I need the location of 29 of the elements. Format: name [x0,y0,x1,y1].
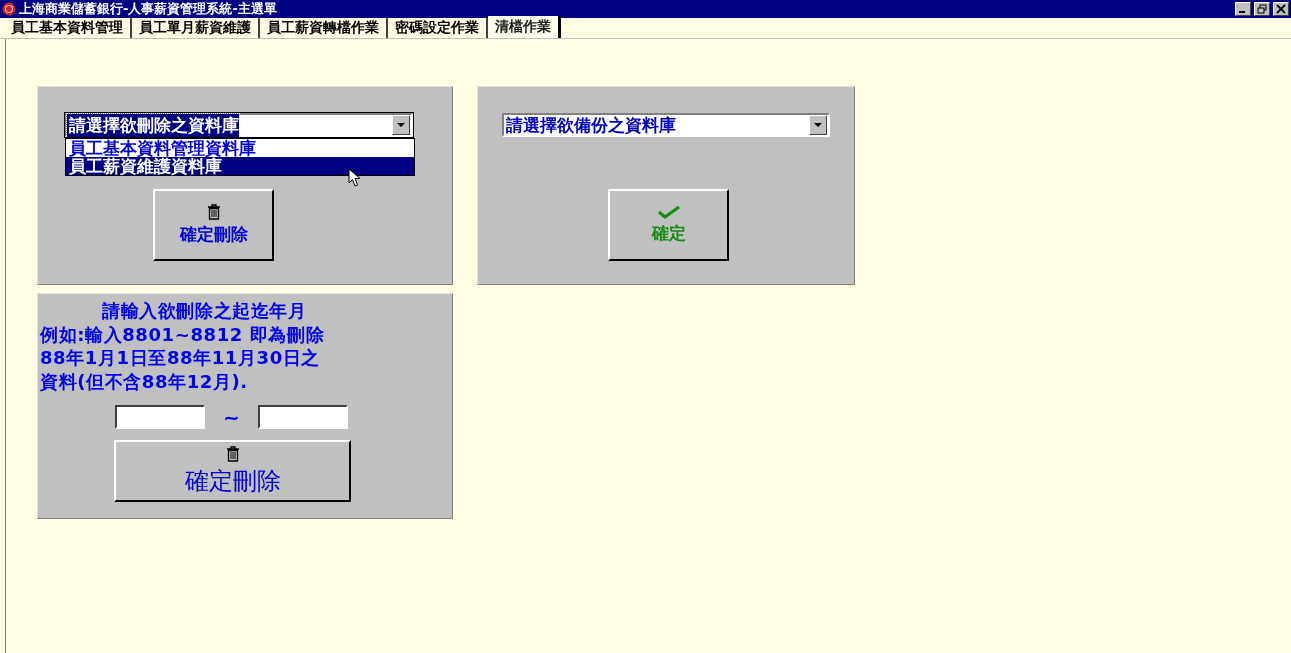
dropdown[interactable]: 請選擇欲備份之資料庫 [502,113,830,137]
restore-icon [1257,4,1267,14]
range-separator: ~ [222,405,241,429]
minimize-icon [1238,11,1245,13]
instruction-text: 88年1月1日至88年11月30日之 [39,346,322,370]
close-button[interactable] [1273,2,1289,16]
instruction-text: 資料(但不含88年12月). [39,369,249,393]
caret-icon [814,122,822,128]
dropdown-option[interactable]: 員工基本資料管理資料庫 [66,139,414,157]
dropdown[interactable]: 請選擇欲刪除之資料庫 [65,113,413,137]
instruction-text: 請輸入欲刪除之起迄年月 [101,299,308,323]
window-title: 上海商業儲蓄銀行-人事薪資管理系統-主選單 [19,0,277,18]
instruction-text: 例如:輸入8801~8812 即為刪除 [38,322,326,346]
delete-button[interactable]: 確定刪除 [114,440,351,502]
logo-icon [2,2,16,16]
dropdown-arrow-button[interactable] [809,115,827,135]
dropdown-arrow-button[interactable] [392,115,410,135]
trash-icon [225,445,240,462]
delete-button[interactable]: 確定刪除 [153,189,274,261]
restore-button[interactable] [1254,2,1270,16]
caret-icon [397,122,405,128]
trash-icon [206,204,221,220]
dropdown-option[interactable]: 員工薪資維護資料庫 [66,157,414,175]
close-icon [1276,4,1286,14]
start-month-field[interactable] [115,405,205,429]
end-month-field[interactable] [258,405,348,429]
checkmark-icon [657,205,680,219]
tab[interactable]: 清檔作業 [488,16,561,38]
minimize-button[interactable] [1235,2,1251,16]
